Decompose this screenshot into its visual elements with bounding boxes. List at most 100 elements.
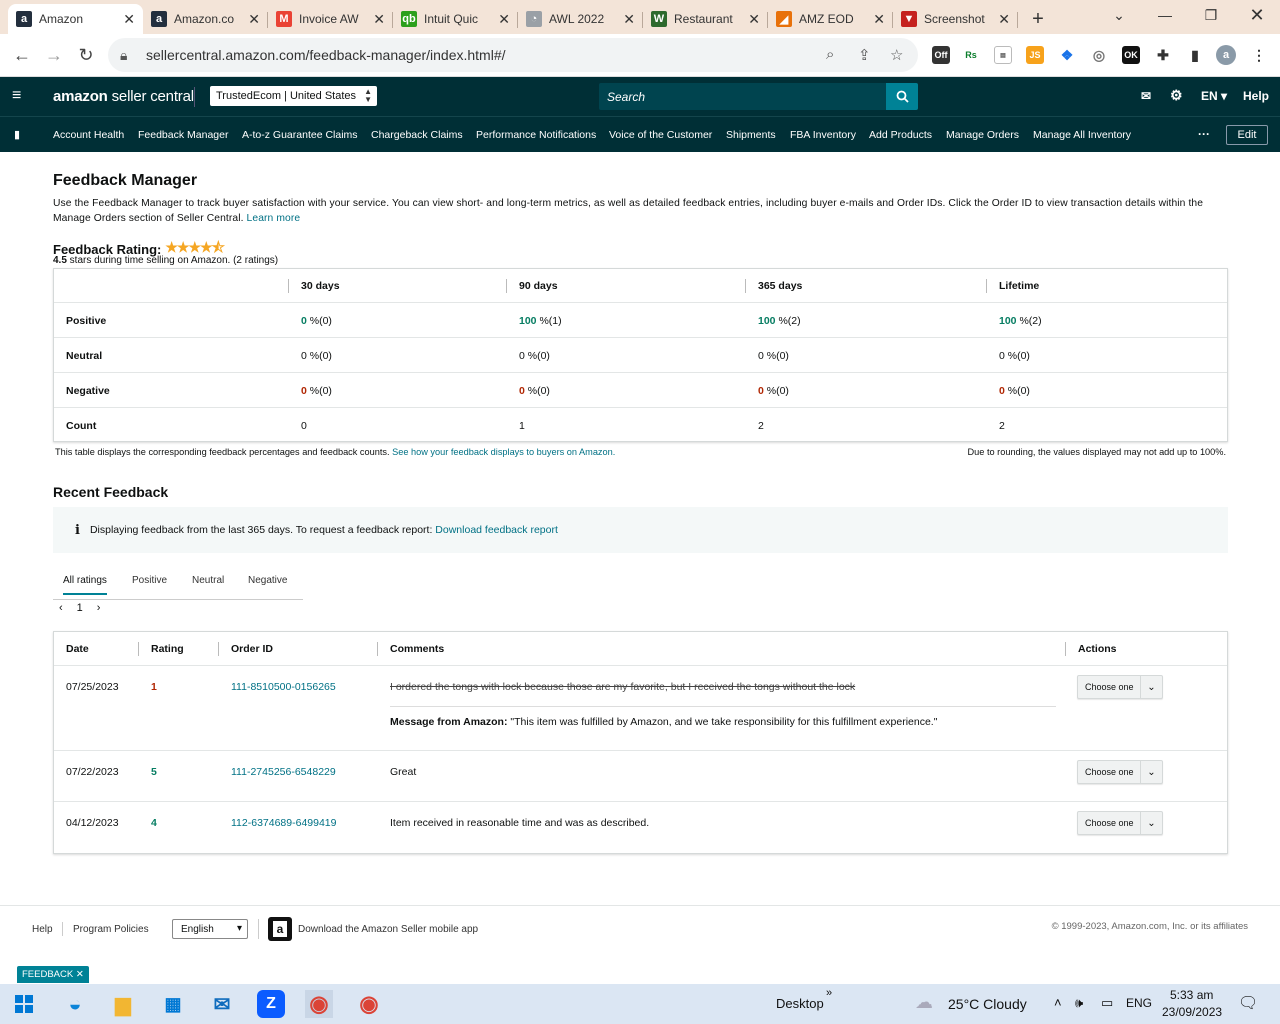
settings-gear-icon[interactable]: ⚙ [1170, 87, 1183, 104]
seller-central-logo[interactable]: amazon seller central [53, 88, 194, 105]
tab-close-icon[interactable]: ✕ [748, 11, 760, 28]
edit-nav-button[interactable]: Edit [1226, 125, 1268, 145]
nav-more-icon[interactable]: ··· [1198, 127, 1210, 141]
order-id-link[interactable]: 111-8510500-0156265 [231, 681, 336, 693]
browser-tab[interactable]: a Amazon.co ✕ [143, 4, 268, 34]
nav-item[interactable]: Feedback Manager [138, 129, 228, 141]
footer-language-select[interactable]: English ▾ [172, 919, 248, 939]
browser-tab[interactable]: ◢ AMZ EOD ✕ [768, 4, 893, 34]
browser-tab[interactable]: ◔ AWL 2022 ✕ [518, 4, 643, 34]
tab-close-icon[interactable]: ✕ [623, 11, 635, 28]
new-tab-button[interactable]: + [1024, 4, 1052, 34]
feedback-tag-button[interactable]: FEEDBACK ✕ [17, 966, 89, 983]
nav-item[interactable]: FBA Inventory [790, 129, 856, 141]
filter-tab[interactable]: Neutral [192, 575, 224, 586]
edge-icon[interactable]: ◒ [61, 990, 89, 1018]
browser-tab[interactable]: W Restaurant ✕ [643, 4, 768, 34]
help-link[interactable]: Help [1243, 89, 1269, 103]
browser-tab[interactable]: a Amazon ✕ [8, 4, 143, 34]
browser-menu-icon[interactable]: ⋮ [1250, 46, 1268, 64]
toolbar-chevron-icon[interactable]: » [826, 987, 832, 999]
filter-tab[interactable]: Negative [248, 575, 287, 586]
filter-tab[interactable]: All ratings [63, 575, 107, 595]
nav-item[interactable]: A-to-z Guarantee Claims [242, 129, 358, 141]
browser-tab[interactable]: qb Intuit Quic ✕ [393, 4, 518, 34]
next-page-icon[interactable]: › [97, 602, 101, 614]
extension-gear-icon[interactable]: ❖ [1058, 46, 1076, 64]
browser-tab[interactable]: M Invoice AW ✕ [268, 4, 393, 34]
nav-item[interactable]: Voice of the Customer [609, 129, 712, 141]
download-report-link[interactable]: Download feedback report [435, 524, 558, 536]
choose-one-dropdown[interactable]: Choose one ⌄ [1077, 760, 1163, 784]
tab-close-icon[interactable]: ✕ [248, 11, 260, 28]
nav-item[interactable]: Manage All Inventory [1033, 129, 1131, 141]
extension-ok-icon[interactable]: OK [1122, 46, 1140, 64]
hamburger-menu-icon[interactable]: ≡ [12, 87, 21, 105]
extension-rs-icon[interactable]: Rs [962, 46, 980, 64]
choose-one-dropdown[interactable]: Choose one ⌄ [1077, 811, 1163, 835]
nav-item[interactable]: Chargeback Claims [371, 129, 463, 141]
nav-item[interactable]: Account Health [53, 129, 124, 141]
tray-chevron-icon[interactable]: ˄ [1054, 995, 1062, 1010]
filter-tab[interactable]: Positive [132, 575, 167, 586]
footer-help-link[interactable]: Help [32, 924, 53, 935]
prev-page-icon[interactable]: ‹ [59, 602, 63, 614]
bookmark-icon[interactable]: ▮ [14, 128, 20, 141]
weather-text[interactable]: 25°C Cloudy [948, 996, 1027, 1012]
browser-tab[interactable]: ▼ Screenshot ✕ [893, 4, 1018, 34]
volume-icon[interactable]: 🕪︎ [1075, 995, 1083, 1011]
nav-item[interactable]: Manage Orders [946, 129, 1019, 141]
choose-one-dropdown[interactable]: Choose one ⌄ [1077, 675, 1163, 699]
forward-button[interactable]: → [38, 45, 70, 66]
extensions-puzzle-icon[interactable]: ✚ [1154, 46, 1172, 64]
file-explorer-icon[interactable]: ▆ [109, 990, 137, 1018]
language-selector[interactable]: EN ▾ [1201, 89, 1227, 103]
bookmark-star-icon[interactable]: ☆ [890, 46, 903, 64]
search-input[interactable]: Search [599, 83, 887, 110]
zoom-icon[interactable]: ⌕ [826, 46, 834, 63]
tab-close-icon[interactable]: ✕ [998, 11, 1010, 28]
tab-close-icon[interactable]: ✕ [873, 11, 885, 28]
minimize-button[interactable]: — [1142, 0, 1188, 30]
extension-off-icon[interactable]: Off [932, 46, 950, 64]
network-icon[interactable]: ▭ [1101, 995, 1113, 1011]
reload-button[interactable]: ↻ [70, 45, 102, 66]
extension-icon[interactable]: ▤ [994, 46, 1012, 64]
back-button[interactable]: ← [6, 45, 38, 66]
store-selector[interactable]: TrustedEcom | United States ▲ ▼ [210, 86, 377, 106]
tab-search-icon[interactable]: ⌄ [1096, 0, 1142, 30]
input-language[interactable]: ENG [1126, 996, 1152, 1010]
restore-button[interactable]: ❐ [1188, 0, 1234, 30]
program-policies-link[interactable]: Program Policies [73, 924, 149, 935]
windows-start-icon[interactable] [10, 990, 38, 1018]
nav-item[interactable]: Add Products [869, 129, 932, 141]
mail-app-icon[interactable]: ✉ [208, 990, 236, 1018]
nav-item[interactable]: Shipments [726, 129, 776, 141]
store-icon[interactable]: ▦ [159, 990, 187, 1018]
zoom-app-icon[interactable]: Z [257, 990, 285, 1018]
learn-more-link[interactable]: Learn more [247, 213, 301, 224]
order-id-link[interactable]: 112-6374689-6499419 [231, 817, 337, 829]
tab-close-icon[interactable]: ✕ [123, 11, 135, 28]
order-id-link[interactable]: 111-2745256-6548229 [231, 766, 336, 778]
desktop-toolbar[interactable]: Desktop [776, 996, 824, 1011]
share-icon[interactable]: ⇪ [858, 46, 871, 64]
download-app-link[interactable]: Download the Amazon Seller mobile app [298, 924, 478, 935]
profile-avatar[interactable]: a [1216, 45, 1236, 65]
tab-close-icon[interactable]: ✕ [373, 11, 385, 28]
clock-date[interactable]: 23/09/2023 [1162, 1005, 1222, 1019]
search-button[interactable] [886, 83, 918, 110]
feedback-display-link[interactable]: See how your feedback displays to buyers… [392, 447, 615, 457]
extension-js-icon[interactable]: JS [1026, 46, 1044, 64]
side-panel-icon[interactable]: ▮ [1186, 46, 1204, 64]
mail-icon[interactable]: ✉ [1141, 89, 1151, 103]
page-number[interactable]: 1 [77, 602, 83, 614]
notifications-icon[interactable]: 🗨︎ [1238, 993, 1258, 1013]
close-window-button[interactable]: ✕ [1234, 0, 1280, 30]
extension-ring-icon[interactable]: ◎ [1090, 46, 1108, 64]
chrome-profile-icon[interactable]: ◉ [355, 990, 383, 1018]
chrome-icon[interactable]: ◉ [305, 990, 333, 1018]
tab-close-icon[interactable]: ✕ [498, 11, 510, 28]
url-bar[interactable]: 🔒︎ sellercentral.amazon.com/feedback-man… [108, 38, 918, 72]
clock-time[interactable]: 5:33 am [1170, 988, 1213, 1002]
